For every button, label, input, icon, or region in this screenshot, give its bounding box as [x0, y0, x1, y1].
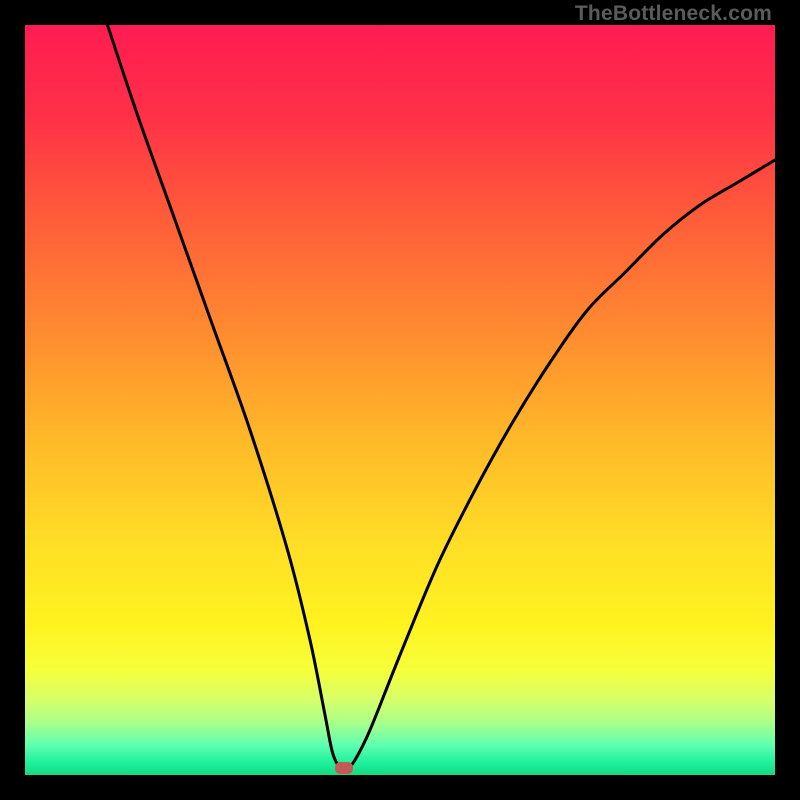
plot-area [25, 25, 775, 775]
chart-frame: TheBottleneck.com [0, 0, 800, 800]
optimal-point-marker [335, 762, 353, 774]
gradient-background [25, 25, 775, 775]
watermark-text: TheBottleneck.com [575, 2, 772, 26]
